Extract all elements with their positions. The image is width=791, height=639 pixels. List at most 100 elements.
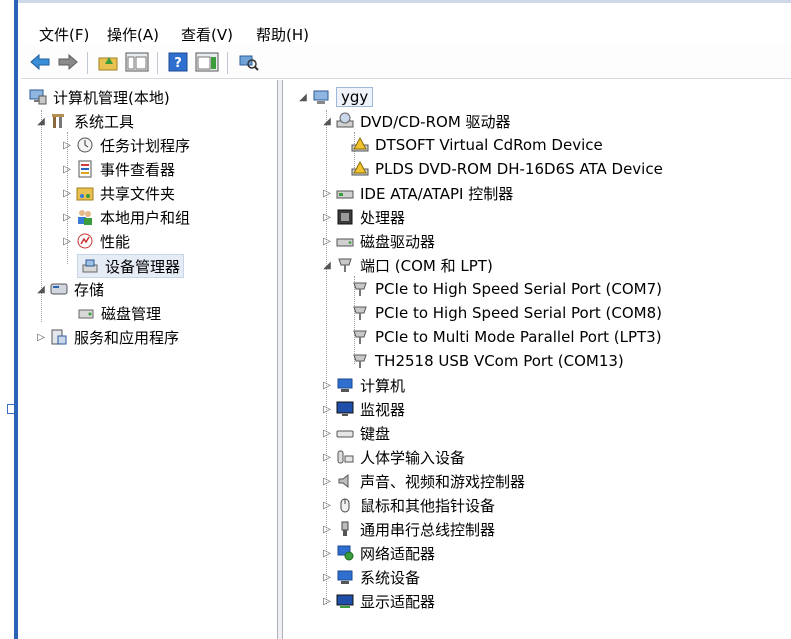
expand-arrow-icon[interactable]: ▷ [321, 188, 333, 199]
help-icon[interactable]: ? [167, 52, 189, 72]
tree-item-port[interactable]: PCIe to Multi Mode Parallel Port (LPT3) [351, 326, 662, 348]
expand-arrow-icon[interactable]: ▷ [321, 524, 333, 535]
expand-arrow-icon[interactable]: ▷ [321, 548, 333, 559]
dvd-drive-icon [336, 112, 354, 130]
menu-file[interactable]: 文件(F) [37, 23, 91, 46]
speaker-icon [336, 472, 354, 490]
expand-arrow-icon[interactable]: ▷ [61, 212, 73, 223]
tree-label: 通用串行总线控制器 [360, 520, 496, 539]
tree-item-dvd[interactable]: ◢ DVD/CD-ROM 驱动器 [321, 110, 511, 132]
collapse-arrow-icon[interactable]: ◢ [321, 116, 333, 127]
tree-item-port[interactable]: TH2518 USB VCom Port (COM13) [351, 350, 624, 372]
forward-arrow-icon[interactable] [57, 52, 79, 72]
disk-management-icon [77, 304, 95, 322]
tree-item-hid[interactable]: ▷ 人体学输入设备 [321, 446, 465, 468]
tree-root-computer-management[interactable]: 计算机管理(本地) [29, 86, 170, 108]
scan-hardware-icon[interactable] [237, 52, 259, 72]
expand-arrow-icon[interactable]: ▷ [321, 596, 333, 607]
expand-arrow-icon[interactable]: ▷ [61, 140, 73, 151]
tree-label: 性能 [100, 232, 131, 251]
expand-arrow-icon[interactable]: ▷ [321, 476, 333, 487]
port-icon [351, 352, 369, 370]
expand-arrow-icon[interactable]: ▷ [321, 500, 333, 511]
tree-item-display-adapters[interactable]: ▷ 显示适配器 [321, 590, 435, 612]
tree-item-processor[interactable]: ▷ 处理器 [321, 206, 405, 228]
tree-item-device[interactable]: DTSOFT Virtual CdRom Device [351, 134, 603, 156]
tree-label: PCIe to Multi Mode Parallel Port (LPT3) [375, 328, 662, 346]
menu-help[interactable]: 帮助(H) [254, 23, 311, 46]
tree-item-services-apps[interactable]: ▷ 服务和应用程序 [35, 326, 179, 348]
tree-item-network[interactable]: ▷ 网络适配器 [321, 542, 435, 564]
tree-item-device[interactable]: PLDS DVD-ROM DH-16D6S ATA Device [351, 158, 663, 180]
collapse-arrow-icon[interactable]: ◢ [321, 260, 333, 271]
port-icon [351, 328, 369, 346]
tree-item-usb[interactable]: ▷ 通用串行总线控制器 [321, 518, 495, 540]
tree-item-computer[interactable]: ▷ 计算机 [321, 374, 405, 396]
expand-arrow-icon[interactable]: ▷ [61, 236, 73, 247]
menu-bar: 文件(F) 操作(A) 查看(V) 帮助(H) [21, 20, 791, 44]
show-action-pane-icon[interactable] [195, 52, 219, 72]
tree-item-monitors[interactable]: ▷ 监视器 [321, 398, 405, 420]
expand-arrow-icon[interactable]: ▷ [321, 212, 333, 223]
tree-label: PCIe to High Speed Serial Port (COM8) [375, 304, 662, 322]
menu-view[interactable]: 查看(V) [179, 23, 235, 46]
computer-icon [336, 376, 354, 394]
tree-item-mice[interactable]: ▷ 鼠标和其他指针设备 [321, 494, 495, 516]
tree-item-device-manager[interactable]: 设备管理器 [77, 254, 185, 278]
expand-arrow-icon[interactable]: ▷ [61, 164, 73, 175]
tree-label: 鼠标和其他指针设备 [360, 496, 496, 515]
expand-arrow-icon[interactable]: ▷ [321, 404, 333, 415]
tree-item-event-viewer[interactable]: ▷ 事件查看器 [61, 158, 175, 180]
tree-item-sound[interactable]: ▷ 声音、视频和游戏控制器 [321, 470, 525, 492]
computer-name: ygy [336, 87, 374, 107]
tree-item-keyboards[interactable]: ▷ 键盘 [321, 422, 390, 444]
tree-item-system-tools[interactable]: ◢ 系统工具 [35, 110, 134, 132]
tree-item-shared-folders[interactable]: ▷ 共享文件夹 [61, 182, 175, 204]
clock-icon [76, 136, 94, 154]
device-manager-icon [81, 257, 99, 275]
tree-label: 服务和应用程序 [74, 328, 180, 347]
disk-drive-icon [336, 232, 354, 250]
tree-item-performance[interactable]: ▷ 性能 [61, 230, 130, 252]
tree-label: 处理器 [360, 208, 406, 227]
tree-item-port[interactable]: PCIe to High Speed Serial Port (COM8) [351, 302, 662, 324]
tree-item-storage[interactable]: ◢ 存储 [35, 278, 104, 300]
tree-label: 显示适配器 [360, 592, 436, 611]
expand-arrow-icon[interactable]: ▷ [321, 572, 333, 583]
up-folder-icon[interactable] [97, 52, 119, 72]
back-arrow-icon[interactable] [29, 52, 51, 72]
tree-item-local-users[interactable]: ▷ 本地用户和组 [61, 206, 190, 228]
tree-item-system-devices[interactable]: ▷ 系统设备 [321, 566, 420, 588]
expand-arrow-icon[interactable]: ▷ [321, 452, 333, 463]
expand-arrow-icon[interactable]: ▷ [321, 380, 333, 391]
collapse-arrow-icon[interactable]: ◢ [297, 92, 309, 103]
computer-icon [312, 88, 330, 106]
usb-icon [336, 520, 354, 538]
tree-label: 键盘 [360, 424, 391, 443]
tree-label: 系统设备 [360, 568, 421, 587]
collapse-arrow-icon[interactable]: ◢ [35, 116, 47, 127]
tree-label: 任务计划程序 [100, 136, 191, 155]
tree-item-ide[interactable]: ▷ IDE ATA/ATAPI 控制器 [321, 182, 513, 204]
tree-label: IDE ATA/ATAPI 控制器 [360, 184, 514, 203]
tree-item-port[interactable]: PCIe to High Speed Serial Port (COM7) [351, 278, 662, 300]
show-hide-console-tree-icon[interactable] [125, 52, 149, 72]
tree-item-disk-drives[interactable]: ▷ 磁盘驱动器 [321, 230, 435, 252]
tree-label: 本地用户和组 [100, 208, 191, 227]
tree-item-disk-management[interactable]: 磁盘管理 [77, 302, 161, 324]
tree-item-task-scheduler[interactable]: ▷ 任务计划程序 [61, 134, 190, 156]
expand-arrow-icon[interactable]: ▷ [321, 236, 333, 247]
tree-root-computer[interactable]: ◢ ygy [297, 86, 374, 108]
tree-label: 计算机管理(本地) [53, 88, 170, 107]
menu-action[interactable]: 操作(A) [105, 23, 161, 46]
tree-label: 磁盘驱动器 [360, 232, 436, 251]
expand-arrow-icon[interactable]: ▷ [61, 188, 73, 199]
tree-label: DTSOFT Virtual CdRom Device [375, 136, 603, 154]
expand-arrow-icon[interactable]: ▷ [321, 428, 333, 439]
expand-arrow-icon[interactable]: ▷ [35, 332, 47, 343]
display-adapter-icon [336, 592, 354, 610]
tree-label: TH2518 USB VCom Port (COM13) [375, 352, 624, 370]
tree-item-ports[interactable]: ◢ 端口 (COM 和 LPT) [321, 254, 493, 276]
collapse-arrow-icon[interactable]: ◢ [35, 284, 47, 295]
resize-handle[interactable] [7, 404, 15, 414]
